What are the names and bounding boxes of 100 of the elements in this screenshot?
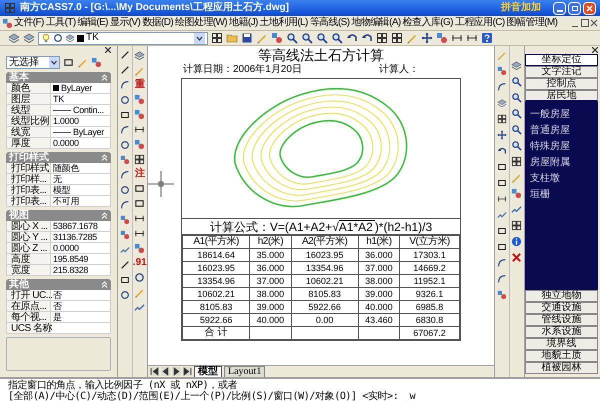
layers-icon[interactable] (511, 60, 522, 71)
tab-navigation-icon[interactable] (183, 367, 192, 376)
dimension-icon[interactable] (466, 32, 478, 44)
dimension-icon[interactable] (496, 194, 507, 204)
shapes-icon[interactable] (2, 18, 13, 28)
rectangle-icon[interactable] (496, 226, 507, 236)
collapse-icon[interactable] (101, 281, 108, 288)
tool-glyph[interactable]: 注 (134, 169, 145, 179)
symbol-item[interactable]: 支柱墩 (530, 174, 593, 184)
shapes-icon[interactable] (134, 243, 146, 254)
close-icon[interactable] (592, 47, 598, 53)
arc-icon[interactable] (496, 274, 507, 284)
circle-icon[interactable] (120, 95, 130, 105)
shapes-icon[interactable] (120, 215, 130, 225)
circle-icon[interactable] (53, 33, 63, 43)
menu-item[interactable]: 土地利用(L) (258, 18, 309, 28)
grid-icon[interactable] (511, 156, 522, 167)
menu-item[interactable]: 显示(V) (108, 18, 142, 28)
shapes-icon[interactable] (134, 94, 146, 105)
shapes-icon[interactable] (91, 57, 102, 68)
category-button[interactable]: 居民地 (525, 90, 598, 102)
menu-item[interactable]: 数据(D) (141, 18, 174, 28)
circle-icon[interactable] (120, 290, 130, 300)
layers-icon[interactable] (134, 50, 146, 61)
grid-icon[interactable] (376, 32, 388, 44)
shapes-icon[interactable] (496, 66, 507, 76)
category-button[interactable]: 植被园林 (525, 362, 598, 374)
close-icon[interactable] (590, 19, 598, 27)
close-button[interactable] (583, 2, 596, 14)
shapes-icon[interactable] (271, 32, 283, 44)
magnifier-icon[interactable] (511, 108, 522, 119)
menu-item[interactable]: 工程应用(C) (454, 18, 506, 28)
shapes-icon[interactable] (496, 290, 507, 300)
category-button[interactable]: 水系设施 (525, 326, 598, 338)
circle-icon[interactable] (120, 140, 130, 150)
delete-icon[interactable] (511, 252, 522, 263)
shapes-icon[interactable] (134, 109, 146, 120)
rectangle-icon[interactable] (134, 198, 146, 209)
tool-glyph[interactable]: .91 (132, 258, 147, 268)
symbol-item[interactable]: 普通房屋 (530, 126, 593, 136)
menu-item[interactable]: 编辑(E) (76, 18, 109, 28)
category-button[interactable]: 地貌土质 (525, 350, 598, 362)
line-icon[interactable] (120, 65, 130, 75)
arc-icon[interactable] (496, 82, 507, 92)
category-button[interactable]: 控制点 (525, 78, 598, 90)
rectangle-icon[interactable] (120, 110, 130, 120)
rectangle-icon[interactable] (496, 178, 507, 188)
category-button[interactable]: 文字注记 (525, 66, 598, 78)
minimize-button[interactable] (553, 2, 566, 14)
magnifier-icon[interactable] (511, 124, 522, 135)
magnifier-icon[interactable] (331, 32, 343, 44)
category-button[interactable]: 交通设施 (525, 302, 598, 314)
info-icon[interactable] (511, 236, 522, 247)
menu-item[interactable]: 绘图处理(W) (174, 18, 228, 28)
collapse-icon[interactable] (101, 212, 108, 219)
collapse-icon[interactable] (101, 74, 108, 81)
curved-arrow-icon[interactable] (361, 32, 373, 44)
arc-icon[interactable] (120, 170, 130, 180)
category-button[interactable]: 管线设施 (525, 314, 598, 326)
rectangle-icon[interactable] (134, 183, 146, 194)
collapse-icon[interactable] (101, 154, 108, 161)
dimension-icon[interactable] (134, 213, 146, 224)
symbol-item[interactable]: 特殊房屋 (530, 142, 593, 152)
symbol-item[interactable]: 一般房屋 (530, 110, 593, 120)
shapes-icon[interactable] (120, 155, 130, 165)
restore-button[interactable] (581, 19, 589, 27)
magnifier-icon[interactable] (511, 92, 522, 103)
layout-tab[interactable]: Layout1 (224, 366, 266, 377)
close-icon[interactable] (105, 47, 111, 53)
magnifier-icon[interactable] (511, 140, 522, 151)
rectangle-icon[interactable] (496, 162, 507, 172)
curved-arrow-icon[interactable] (496, 146, 507, 156)
tab-navigation-icon[interactable] (150, 367, 159, 376)
shapes-icon[interactable] (511, 188, 522, 199)
layers-icon[interactable] (65, 33, 75, 43)
bulb-icon[interactable] (41, 33, 51, 43)
layers-icon[interactable] (8, 32, 20, 44)
arc-icon[interactable] (496, 258, 507, 268)
magnifier-icon[interactable] (286, 32, 298, 44)
dimension-icon[interactable] (134, 124, 146, 135)
magnifier-icon[interactable] (511, 76, 522, 87)
layers-icon[interactable] (496, 98, 507, 108)
rectangle-icon[interactable] (120, 275, 130, 285)
shapes-icon[interactable] (436, 32, 448, 44)
menu-item[interactable]: 检查入库(G) (402, 18, 454, 28)
four-way-arrow-icon[interactable] (421, 32, 433, 44)
grid-icon[interactable] (511, 220, 522, 231)
floppy-icon[interactable] (241, 32, 253, 44)
rectangle-icon[interactable] (496, 242, 507, 252)
category-button[interactable]: 独立地物 (525, 290, 598, 302)
menu-item[interactable]: 地物编辑(A) (350, 18, 402, 28)
dimension-icon[interactable] (134, 228, 146, 239)
layout-tab[interactable]: 模型 (194, 366, 222, 377)
arc-icon[interactable] (120, 200, 130, 210)
dimension-icon[interactable] (451, 32, 463, 44)
menu-item[interactable]: 等高线(S) (308, 18, 350, 28)
rectangle-icon[interactable] (63, 57, 74, 68)
arc-icon[interactable] (120, 125, 130, 135)
symbol-item[interactable]: 垣栅 (530, 190, 593, 200)
grid-icon[interactable] (391, 32, 403, 44)
